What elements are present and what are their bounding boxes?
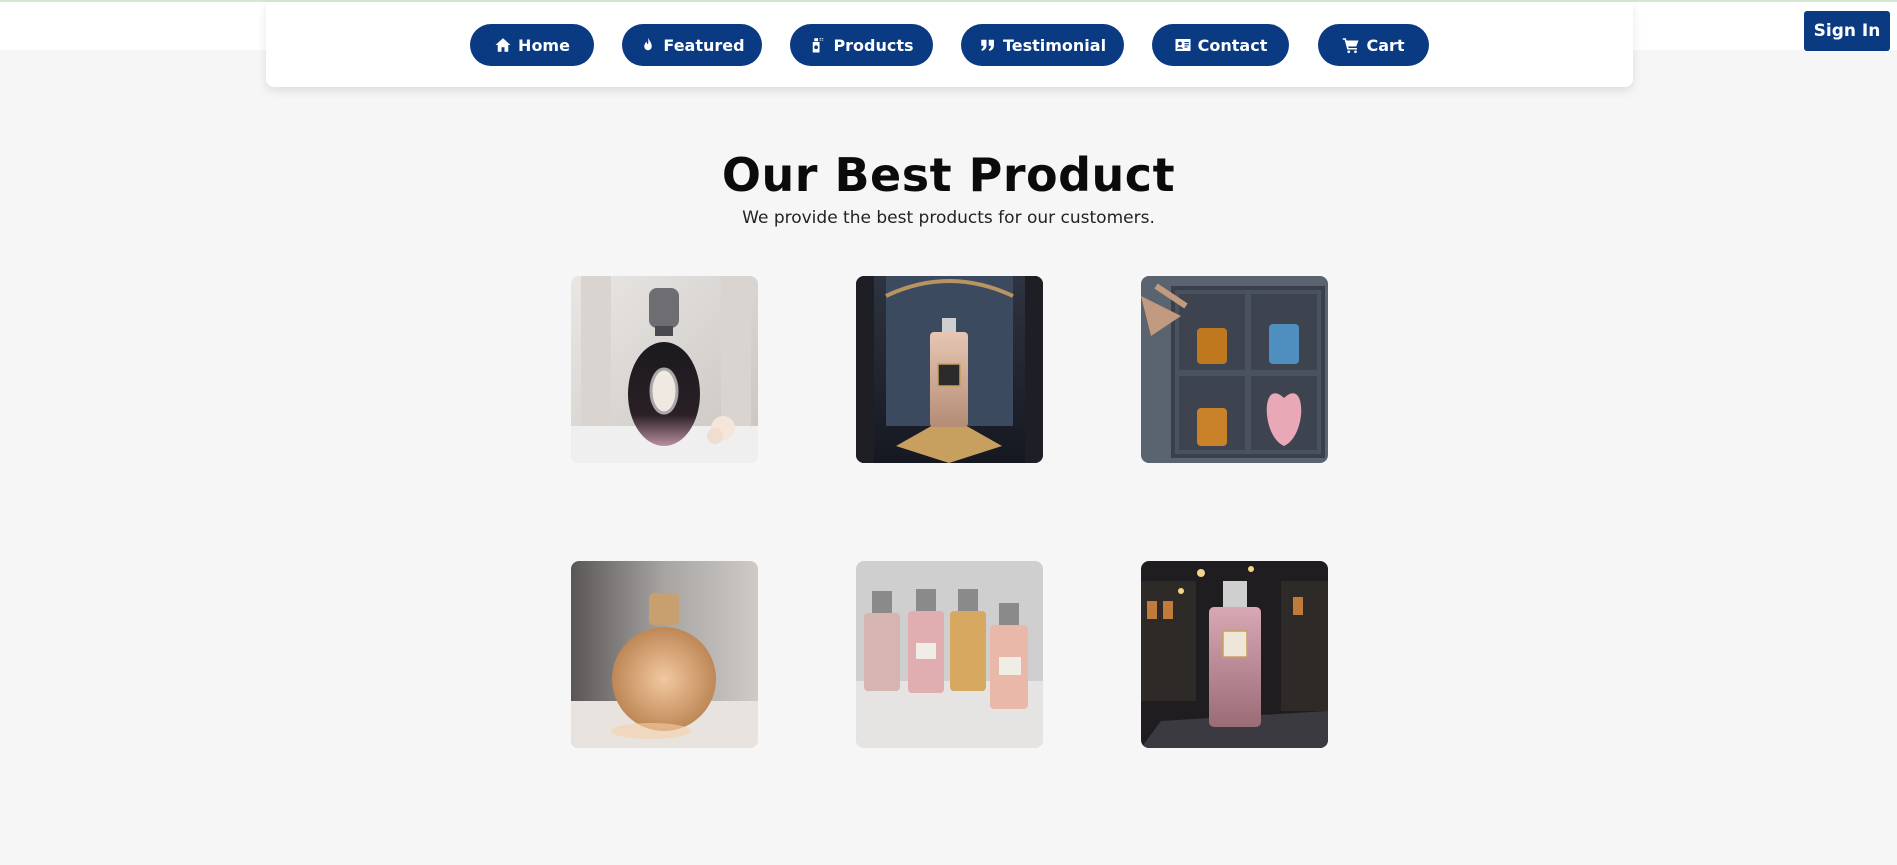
quote-icon: [979, 36, 997, 54]
nav-contact-label: Contact: [1197, 35, 1268, 55]
product-card-1[interactable]: [571, 276, 758, 463]
nav-testimonial-button[interactable]: Testimonial: [961, 24, 1124, 66]
perfume-image: [856, 276, 1043, 463]
perfume-set-image: [856, 561, 1043, 748]
nav-home-label: Home: [518, 35, 570, 55]
home-icon: [494, 36, 512, 54]
perfume-image: [571, 276, 758, 463]
product-card-4[interactable]: [571, 561, 758, 748]
nav-contact-button[interactable]: Contact: [1152, 24, 1289, 66]
perfume-image: [1141, 561, 1328, 748]
section-subtitle: We provide the best products for our cus…: [742, 208, 1155, 228]
sign-in-button[interactable]: Sign In: [1804, 11, 1890, 51]
nav-featured-label: Featured: [663, 35, 745, 55]
nav-featured-button[interactable]: Featured: [622, 24, 762, 66]
product-card-5[interactable]: [856, 561, 1043, 748]
perfume-gift-box-image: [1141, 276, 1328, 463]
nav-cart-label: Cart: [1366, 35, 1405, 55]
product-card-3[interactable]: [1141, 276, 1328, 463]
perfume-bottle-icon: [809, 36, 827, 54]
nav-cart-button[interactable]: Cart: [1318, 24, 1429, 66]
nav-home-button[interactable]: Home: [470, 24, 594, 66]
product-card-6[interactable]: [1141, 561, 1328, 748]
perfume-image: [571, 561, 758, 748]
product-card-2[interactable]: [856, 276, 1043, 463]
main-navbar: Home Featured Products Testimonial Conta…: [266, 2, 1633, 87]
flame-icon: [639, 36, 657, 54]
nav-products-button[interactable]: Products: [790, 24, 933, 66]
nav-testimonial-label: Testimonial: [1002, 35, 1107, 55]
nav-products-label: Products: [833, 35, 914, 55]
contact-card-icon: [1174, 36, 1192, 54]
section-title: Our Best Product: [721, 148, 1176, 202]
cart-icon: [1342, 36, 1360, 54]
